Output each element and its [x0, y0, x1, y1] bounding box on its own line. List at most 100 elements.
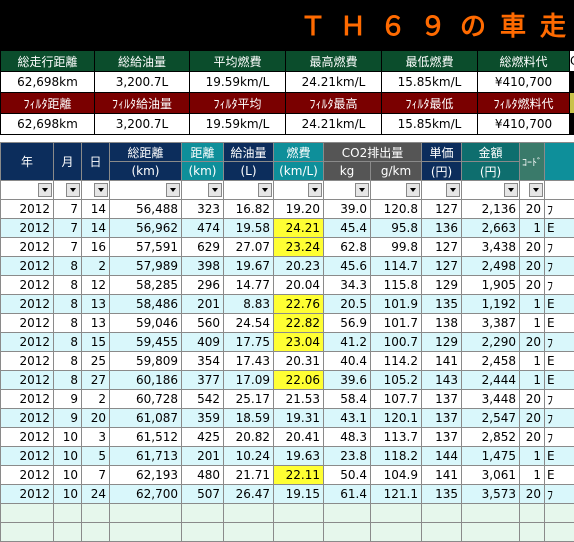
cell-amount[interactable]: 3,448 [462, 390, 520, 409]
cell-code[interactable]: 20 [520, 333, 545, 352]
cell-fuel[interactable]: 24.54 [224, 314, 274, 333]
cell-fuel[interactable]: 18.59 [224, 409, 274, 428]
cell-co2-gkm[interactable]: 101.9 [371, 295, 422, 314]
cell-code[interactable]: 1 [520, 219, 545, 238]
cell-amount[interactable]: 3,573 [462, 485, 520, 504]
summary-header-min-economy[interactable]: 最低燃費 [382, 51, 478, 72]
cell-day[interactable]: 16 [82, 238, 110, 257]
cell-extra[interactable]: E [545, 371, 574, 390]
dropdown-arrow-icon[interactable] [38, 183, 52, 197]
cell-distance[interactable]: 409 [182, 333, 224, 352]
col-economy[interactable]: 燃費 [274, 143, 324, 162]
cell-fuel[interactable]: 8.83 [224, 295, 274, 314]
summary-min-economy[interactable]: 15.85km/L [382, 72, 478, 93]
cell-code[interactable]: 1 [520, 447, 545, 466]
cell-amount[interactable]: 1,192 [462, 295, 520, 314]
col-unit-price[interactable]: 単価 [422, 143, 462, 162]
cell-day[interactable]: 13 [82, 314, 110, 333]
cell-day[interactable]: 27 [82, 371, 110, 390]
cell-co2-kg[interactable]: 20.5 [324, 295, 371, 314]
summary-header-max-economy[interactable]: 最高燃費 [286, 51, 382, 72]
cell-month[interactable]: 10 [54, 428, 82, 447]
table-row[interactable]: 201210561,71320110.2419.6323.8118.21441,… [1, 447, 574, 466]
cell-economy[interactable]: 19.15 [274, 485, 324, 504]
cell-co2-kg[interactable]: 62.8 [324, 238, 371, 257]
empty-row[interactable] [1, 523, 574, 542]
filter-header-max[interactable]: ﾌｨﾙﾀ最高 [286, 93, 382, 114]
filter-distance[interactable]: 62,698km [1, 114, 95, 135]
cell-unit-price[interactable]: 141 [422, 352, 462, 371]
cell-amount[interactable]: 3,387 [462, 314, 520, 333]
cell-co2-kg[interactable]: 56.9 [324, 314, 371, 333]
cell-unit-price[interactable]: 141 [422, 466, 462, 485]
cell-fuel[interactable]: 20.82 [224, 428, 274, 447]
cell-month[interactable]: 8 [54, 352, 82, 371]
cell-day[interactable]: 14 [82, 200, 110, 219]
cell-year[interactable]: 2012 [1, 485, 54, 504]
filter-header-min[interactable]: ﾌｨﾙﾀ最低 [382, 93, 478, 114]
cell-amount[interactable]: 2,547 [462, 409, 520, 428]
cell-co2-gkm[interactable]: 114.7 [371, 257, 422, 276]
summary-header-avg-economy[interactable]: 平均燃費 [190, 51, 286, 72]
filter-price-dropdown[interactable] [422, 181, 462, 200]
cell-year[interactable]: 2012 [1, 238, 54, 257]
cell-month[interactable]: 7 [54, 200, 82, 219]
cell-unit-price[interactable]: 127 [422, 200, 462, 219]
cell-amount[interactable]: 3,438 [462, 238, 520, 257]
cell-year[interactable]: 2012 [1, 200, 54, 219]
cell-extra[interactable]: E [545, 466, 574, 485]
cell-unit-price[interactable]: 138 [422, 314, 462, 333]
cell-economy[interactable]: 23.04 [274, 333, 324, 352]
summary-header-total-distance[interactable]: 総走行距離 [1, 51, 95, 72]
cell-total-distance[interactable]: 56,962 [110, 219, 182, 238]
cell-fuel[interactable]: 17.75 [224, 333, 274, 352]
cell-day[interactable]: 7 [82, 466, 110, 485]
cell-fuel[interactable]: 19.67 [224, 257, 274, 276]
summary-avg-economy[interactable]: 19.59km/L [190, 72, 286, 93]
cell-fuel[interactable]: 26.47 [224, 485, 274, 504]
summary-header-co[interactable]: CO [570, 51, 574, 72]
cell-month[interactable]: 9 [54, 390, 82, 409]
cell-total-distance[interactable]: 58,486 [110, 295, 182, 314]
cell-economy[interactable]: 22.06 [274, 371, 324, 390]
dropdown-arrow-icon[interactable] [446, 183, 460, 197]
filter-header-cost[interactable]: ﾌｨﾙﾀ燃料代 [478, 93, 570, 114]
cell-co2-kg[interactable]: 58.4 [324, 390, 371, 409]
cell-day[interactable]: 13 [82, 295, 110, 314]
col-month[interactable]: 月 [54, 143, 82, 181]
cell-co2-kg[interactable]: 43.1 [324, 409, 371, 428]
cell-month[interactable]: 10 [54, 447, 82, 466]
cell-economy[interactable]: 20.41 [274, 428, 324, 447]
summary-header-total-fuel[interactable]: 総給油量 [95, 51, 190, 72]
cell-amount[interactable]: 1,475 [462, 447, 520, 466]
cell-total-distance[interactable]: 61,713 [110, 447, 182, 466]
cell-unit-price[interactable]: 143 [422, 371, 462, 390]
cell-distance[interactable]: 354 [182, 352, 224, 371]
cell-co2-kg[interactable]: 45.6 [324, 257, 371, 276]
cell-co2-gkm[interactable]: 120.8 [371, 200, 422, 219]
cell-code[interactable]: 20 [520, 428, 545, 447]
dropdown-arrow-icon[interactable] [529, 183, 543, 197]
cell-co2-kg[interactable]: 40.4 [324, 352, 371, 371]
dropdown-arrow-icon[interactable] [308, 183, 322, 197]
cell-co2-kg[interactable]: 45.4 [324, 219, 371, 238]
cell-co2-kg[interactable]: 23.8 [324, 447, 371, 466]
cell-unit-price[interactable]: 127 [422, 238, 462, 257]
cell-day[interactable]: 3 [82, 428, 110, 447]
cell-unit-price[interactable]: 129 [422, 276, 462, 295]
cell-fuel[interactable]: 10.24 [224, 447, 274, 466]
dropdown-arrow-icon[interactable] [66, 183, 80, 197]
cell-distance[interactable]: 560 [182, 314, 224, 333]
cell-month[interactable]: 8 [54, 295, 82, 314]
filter-day-dropdown[interactable] [82, 181, 110, 200]
cell-amount[interactable]: 2,136 [462, 200, 520, 219]
summary-header-total-cost[interactable]: 総燃料代 [478, 51, 570, 72]
cell-economy[interactable]: 20.31 [274, 352, 324, 371]
filter-co2-gkm-dropdown[interactable] [371, 181, 422, 200]
cell-unit-price[interactable]: 127 [422, 257, 462, 276]
cell-co2-gkm[interactable]: 100.7 [371, 333, 422, 352]
cell-total-distance[interactable]: 60,728 [110, 390, 182, 409]
cell-distance[interactable]: 629 [182, 238, 224, 257]
cell-unit-price[interactable]: 137 [422, 409, 462, 428]
cell-total-distance[interactable]: 62,193 [110, 466, 182, 485]
